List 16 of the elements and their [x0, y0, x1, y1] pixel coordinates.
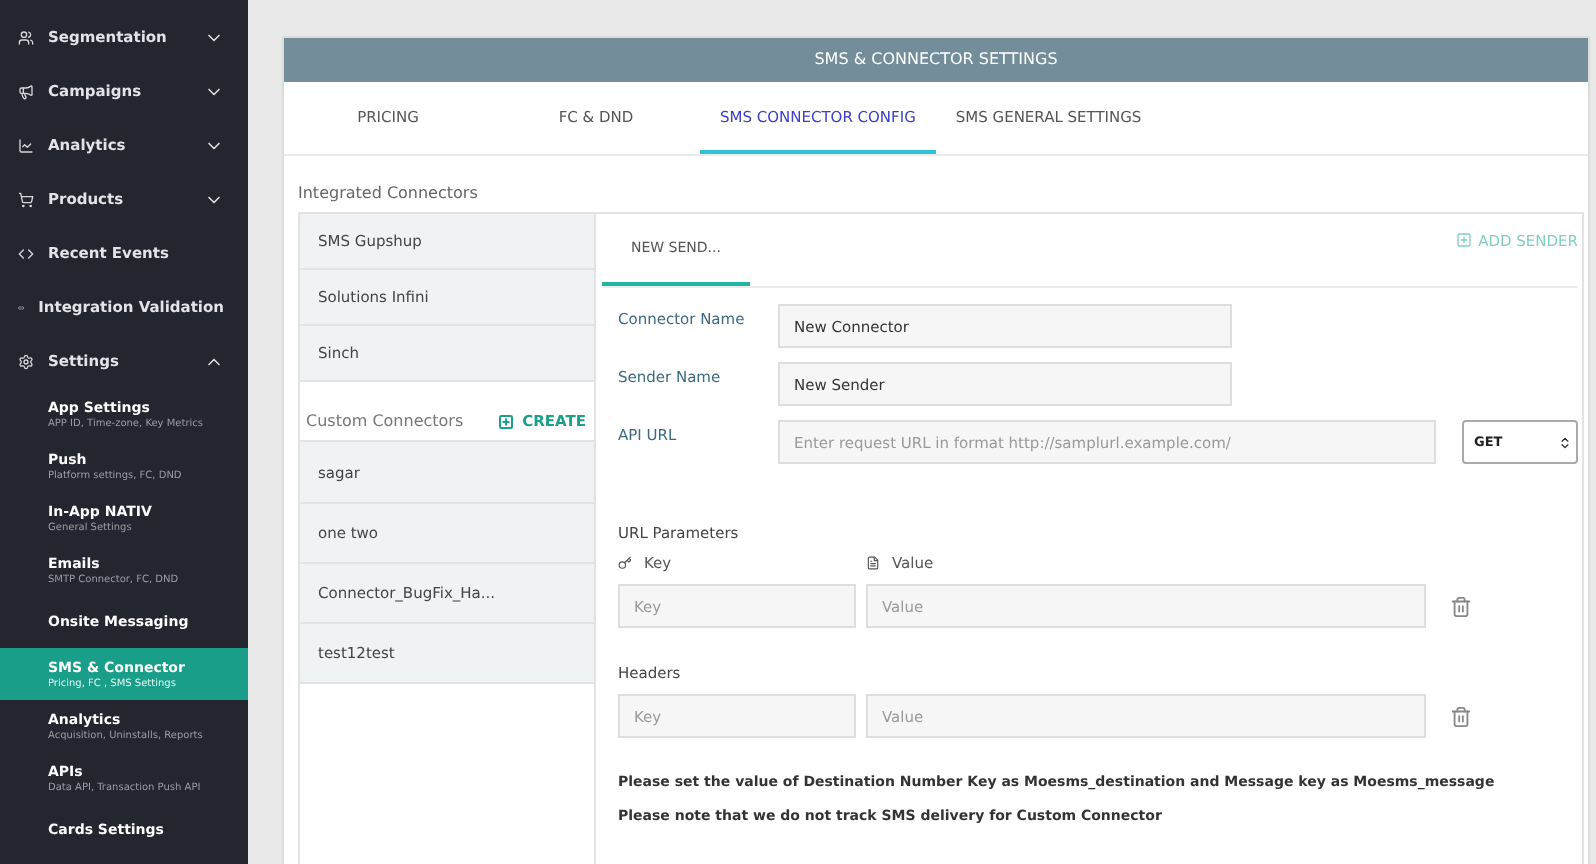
plus-icon — [1456, 232, 1473, 248]
section-title: Custom Connectors — [306, 412, 464, 430]
menu-icon — [18, 29, 34, 45]
key-icon — [618, 556, 632, 570]
trash-icon[interactable] — [1450, 595, 1472, 617]
card-header: SMS & CONNECTOR SETTINGS — [284, 38, 1588, 82]
menu-icon — [18, 137, 34, 153]
menu-icon — [18, 245, 34, 261]
menu-icon — [18, 83, 34, 99]
up-down-arrows-icon — [1558, 435, 1572, 449]
menu-icon — [18, 191, 34, 207]
trash-icon[interactable] — [1450, 705, 1472, 727]
plus-icon — [498, 413, 515, 429]
menu-icon — [18, 353, 34, 369]
document-icon — [866, 556, 880, 570]
section-title: Integrated Connectors — [298, 184, 480, 202]
